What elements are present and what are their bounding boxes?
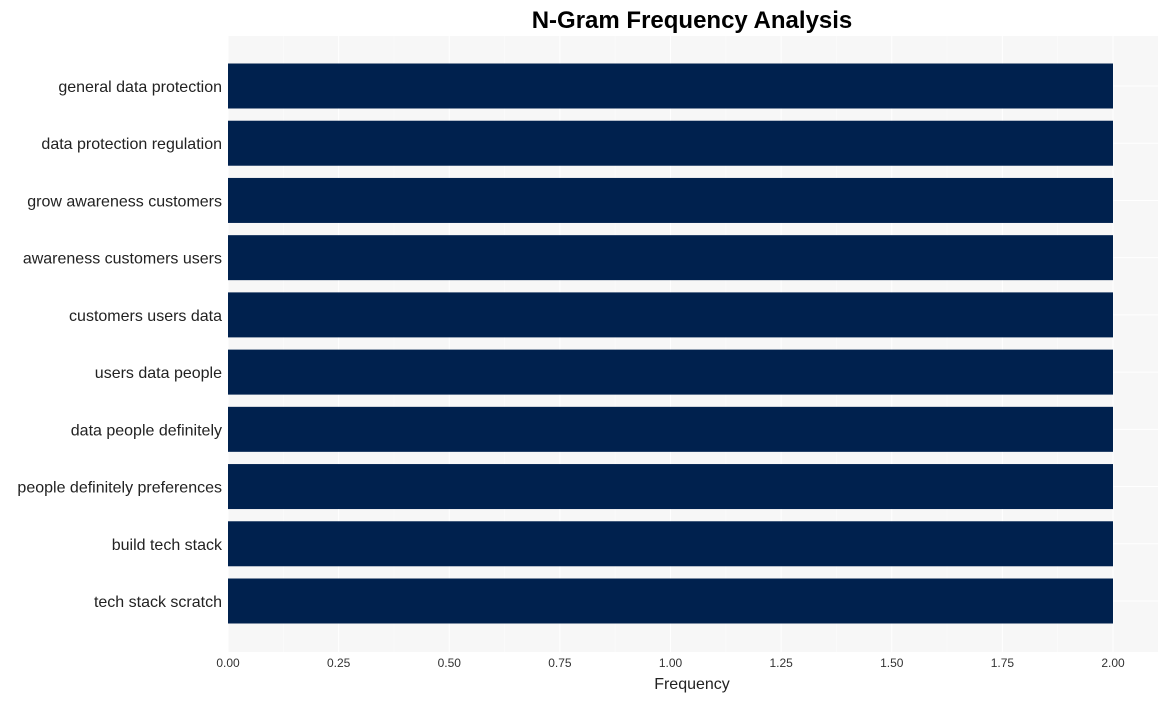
x-tick-label: 1.00	[659, 656, 683, 670]
x-axis-label: Frequency	[654, 676, 730, 693]
y-tick-label: customers users data	[69, 308, 222, 325]
y-axis-labels: general data protection data protection r…	[17, 79, 223, 611]
x-tick-label: 0.00	[216, 656, 240, 670]
bar	[228, 177, 1113, 223]
y-tick-label: grow awareness customers	[27, 193, 222, 210]
y-tick-label: people definitely preferences	[17, 480, 222, 497]
chart: N-Gram Frequency Analysis general data p…	[17, 7, 1158, 693]
y-tick-label: build tech stack	[112, 537, 223, 554]
bar	[228, 406, 1113, 452]
x-tick-label: 0.25	[327, 656, 351, 670]
bar	[228, 578, 1113, 624]
y-tick-label: tech stack scratch	[94, 594, 222, 611]
x-tick-label: 0.75	[548, 656, 572, 670]
y-tick-label: users data people	[95, 365, 222, 382]
bar	[228, 120, 1113, 166]
y-tick-label: data protection regulation	[41, 136, 222, 153]
chart-title: N-Gram Frequency Analysis	[532, 7, 853, 34]
bar	[228, 521, 1113, 567]
bar	[228, 349, 1113, 395]
y-tick-label: general data protection	[58, 79, 222, 96]
x-tick-label: 2.00	[1101, 656, 1125, 670]
bar	[228, 63, 1113, 109]
x-tick-label: 0.50	[438, 656, 462, 670]
x-tick-label: 1.50	[880, 656, 904, 670]
x-axis-ticks: 0.00 0.25 0.50 0.75 1.00 1.25 1.50 1.75 2.00	[216, 656, 1125, 670]
y-tick-label: awareness customers users	[23, 251, 222, 268]
bar	[228, 292, 1113, 338]
bar	[228, 235, 1113, 281]
bar	[228, 464, 1113, 510]
y-tick-label: data people definitely	[71, 422, 222, 439]
x-tick-label: 1.25	[769, 656, 793, 670]
x-tick-label: 1.75	[991, 656, 1015, 670]
